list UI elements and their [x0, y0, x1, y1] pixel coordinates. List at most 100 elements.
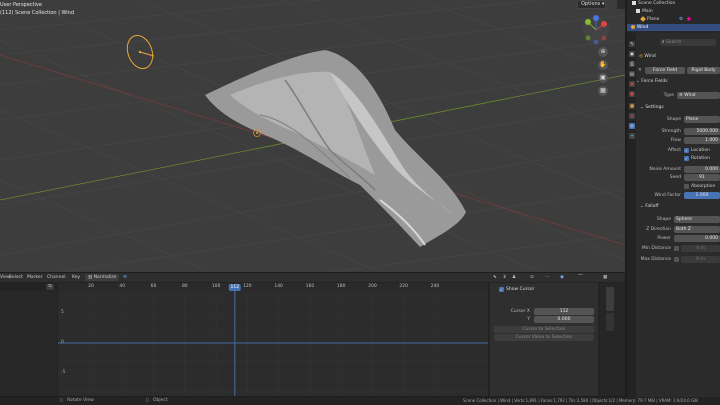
wind-factor-field[interactable]: 1.000: [684, 192, 720, 199]
wind-empty[interactable]: [123, 32, 157, 72]
cursor-y-label: Y: [527, 317, 530, 322]
physics-tab-icon[interactable]: ◎: [629, 123, 635, 129]
shape-label: Shape: [666, 117, 681, 122]
power-field[interactable]: 0.000: [674, 235, 720, 242]
type-dropdown[interactable]: ≋ Wind: [677, 92, 720, 99]
menu-key[interactable]: Key: [72, 274, 80, 281]
normalize-toggle[interactable]: ▥ Normalize: [85, 274, 120, 281]
frame-tick: 140: [274, 284, 283, 289]
outliner-row-main[interactable]: Main: [627, 8, 720, 15]
render-tab-icon[interactable]: ▣: [629, 51, 635, 57]
force-field-button[interactable]: Force Field: [645, 67, 685, 74]
frame-tick: 40: [119, 284, 126, 289]
min-distance-checkbox[interactable]: [674, 246, 679, 251]
ghost-icon[interactable]: ♟: [512, 274, 516, 281]
remove-icon[interactable]: ✕: [638, 68, 642, 73]
falloff-shape-dropdown[interactable]: Sphere: [674, 216, 720, 223]
cursor-value-to-selection-button[interactable]: Cursor Value to Selection: [494, 334, 594, 341]
channels-toggle[interactable]: ⇆: [46, 284, 54, 290]
tool-tab-icon[interactable]: ✎: [629, 41, 635, 47]
outliner-row-plane[interactable]: Plane ⚙ ●: [627, 15, 720, 23]
outliner-row-scene-collection[interactable]: Scene Collection: [627, 0, 720, 7]
frame-tick: 80: [181, 284, 188, 289]
normalize-options-icon[interactable]: ⟲: [123, 274, 127, 281]
status-hint-object: Object: [153, 398, 168, 403]
graph-sidebar[interactable]: ✓ Show Cursor Cursor X 112 Y 0.000 Curso…: [490, 283, 598, 396]
channel-region[interactable]: [0, 291, 57, 396]
pivot-icon[interactable]: ⊙: [530, 274, 534, 281]
cursor-to-selection-button[interactable]: Cursor to Selection: [494, 326, 594, 333]
sidebar-tab-view[interactable]: [606, 287, 614, 311]
rotation-checkbox[interactable]: ✓: [684, 156, 689, 161]
frame-tick: 60: [150, 284, 157, 289]
min-distance-field[interactable]: 0 m: [681, 245, 720, 252]
sidebar-tab-fcurve[interactable]: [606, 313, 614, 331]
properties-search[interactable]: ⌕ Search: [660, 39, 716, 46]
y-tick-5: 5: [61, 310, 64, 315]
graph-grid: [58, 291, 488, 396]
hand-icon[interactable]: ✋: [598, 60, 608, 70]
location-checkbox[interactable]: ✓: [684, 148, 689, 153]
max-distance-field[interactable]: 0 m: [681, 256, 720, 263]
current-frame-indicator[interactable]: 112: [228, 283, 242, 291]
view-layer-tab-icon[interactable]: ▤: [629, 71, 635, 77]
curve-type-icon[interactable]: ⏜: [578, 274, 582, 281]
properties-editor[interactable]: ✎ ▣ ⎙ ▤ ◆ ● ■ ⊗ ◎ ✦ ⌕ Search ◎ Wind ✕ Fo…: [627, 33, 720, 405]
z-direction-dropdown[interactable]: Both Z: [674, 226, 720, 233]
modifier-icon[interactable]: ⚙: [679, 16, 683, 23]
material-icon[interactable]: ●: [687, 16, 691, 23]
sidebar-tabs[interactable]: [600, 283, 625, 396]
menu-select[interactable]: Select: [9, 274, 23, 281]
seed-field[interactable]: 91: [684, 174, 720, 181]
mesh-icon: [640, 15, 646, 22]
graph-plot-area[interactable]: [58, 291, 488, 396]
strength-field[interactable]: 5000.000: [684, 128, 720, 135]
options-dropdown[interactable]: Options ▾: [577, 0, 606, 9]
select-mode-icon[interactable]: ⬉: [493, 274, 497, 281]
object-tab-icon[interactable]: ■: [629, 103, 635, 109]
noise-amount-field[interactable]: 0.000: [684, 166, 720, 173]
frame-tick: 100: [211, 284, 221, 289]
force-fields-panel-header[interactable]: ⌄ Force Fields: [636, 78, 720, 86]
settings-panel-header[interactable]: ⌄ Settings: [636, 104, 720, 112]
constraints-tab-icon[interactable]: ⊗: [629, 113, 635, 119]
viewport-scene[interactable]: [0, 0, 625, 272]
zoom-icon[interactable]: ⊕: [598, 47, 608, 57]
menu-channel[interactable]: Channel: [47, 274, 65, 281]
proportional-edit-icon[interactable]: ◉: [560, 274, 564, 281]
scene-stats: Scene Collection | Wind | Verts:1,891 | …: [463, 398, 698, 403]
frame-tick: 20: [88, 284, 94, 289]
output-tab-icon[interactable]: ⎙: [629, 61, 635, 67]
flow-field[interactable]: 1.000: [684, 137, 720, 144]
graph-editor[interactable]: View Select Marker Channel Key ▥ Normali…: [0, 273, 625, 396]
grid-icon[interactable]: ▦: [598, 86, 608, 96]
camera-icon[interactable]: ▣: [598, 73, 608, 83]
max-distance-checkbox[interactable]: [674, 257, 679, 262]
menu-marker[interactable]: Marker: [27, 274, 43, 281]
falloff-panel-header[interactable]: ⌄ Falloff: [636, 203, 720, 211]
frame-ruler[interactable]: 20 40 60 80 100 120 140 160 180 200 220 240 112: [58, 283, 488, 291]
navigation-gizmo[interactable]: [583, 15, 609, 45]
absorption-checkbox[interactable]: [684, 184, 689, 189]
outliner[interactable]: Scene Collection Main Plane ⚙ ● Wind: [627, 0, 720, 33]
shape-dropdown[interactable]: Plane: [684, 116, 720, 123]
data-tab-icon[interactable]: ✦: [629, 133, 635, 139]
cursor-x-field[interactable]: 112: [534, 308, 594, 315]
min-distance-label: Min Distance: [641, 246, 671, 251]
outliner-row-wind[interactable]: Wind: [627, 24, 720, 31]
world-tab-icon[interactable]: ●: [629, 91, 635, 97]
power-label: Power: [657, 236, 671, 241]
scene-tab-icon[interactable]: ◆: [629, 81, 635, 87]
search-placeholder: Search: [665, 40, 682, 45]
viewport-mode-label: User Perspective: [0, 2, 42, 8]
rigid-body-button[interactable]: Rigid Body: [687, 67, 720, 74]
filter-icon[interactable]: ⊻: [503, 274, 506, 281]
graph-icon[interactable]: ▦: [603, 274, 607, 281]
header-toggle[interactable]: [617, 0, 625, 9]
3d-viewport[interactable]: User Perspective (112) Scene Collection …: [0, 0, 625, 272]
show-cursor-checkbox[interactable]: ✓: [499, 287, 504, 292]
cursor-y-field[interactable]: 0.000: [534, 316, 594, 323]
object-name-row: ◎ Wind: [639, 54, 656, 59]
snapping-icon[interactable]: ⋯: [545, 274, 550, 281]
cloth-plane-mesh[interactable]: [205, 50, 466, 247]
